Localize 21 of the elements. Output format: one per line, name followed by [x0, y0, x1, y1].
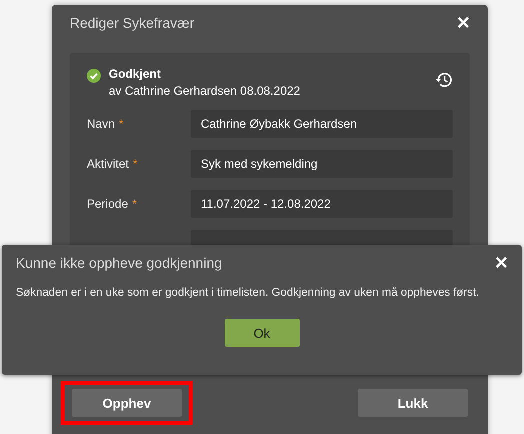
ok-button[interactable]: Ok	[224, 319, 300, 347]
required-marker: *	[133, 157, 138, 171]
required-marker: *	[119, 117, 124, 131]
dialog-button[interactable]: Lukk	[358, 389, 468, 417]
history-icon[interactable]	[435, 71, 453, 89]
input-field[interactable]: Cathrine Øybakk Gerhardsen	[191, 110, 453, 138]
alert-message: Søknaden er i en uke som er godkjent i timelisten. Godkjenning av uken må oppheves først.	[16, 287, 480, 299]
dialog-button[interactable]: Opphev	[72, 389, 182, 417]
alert-title: Kunne ikke oppheve godkjenning	[16, 255, 222, 271]
close-button[interactable]: ×	[495, 252, 508, 274]
status-label: Godkjent	[109, 67, 162, 81]
field-label: Navn	[87, 117, 116, 131]
input-field[interactable]: Syk med sykemelding	[191, 150, 453, 178]
field-label: Aktivitet	[87, 157, 130, 171]
close-button[interactable]: ×	[457, 12, 470, 34]
dialog-title: Rediger Sykefravær	[70, 15, 194, 31]
status-detail: av Cathrine Gerhardsen 08.08.2022	[109, 84, 302, 98]
required-marker: *	[132, 197, 138, 211]
field-label: Periode	[87, 197, 128, 211]
check-icon	[87, 69, 101, 83]
input-field[interactable]: 11.07.2022 - 12.08.2022	[191, 190, 453, 218]
